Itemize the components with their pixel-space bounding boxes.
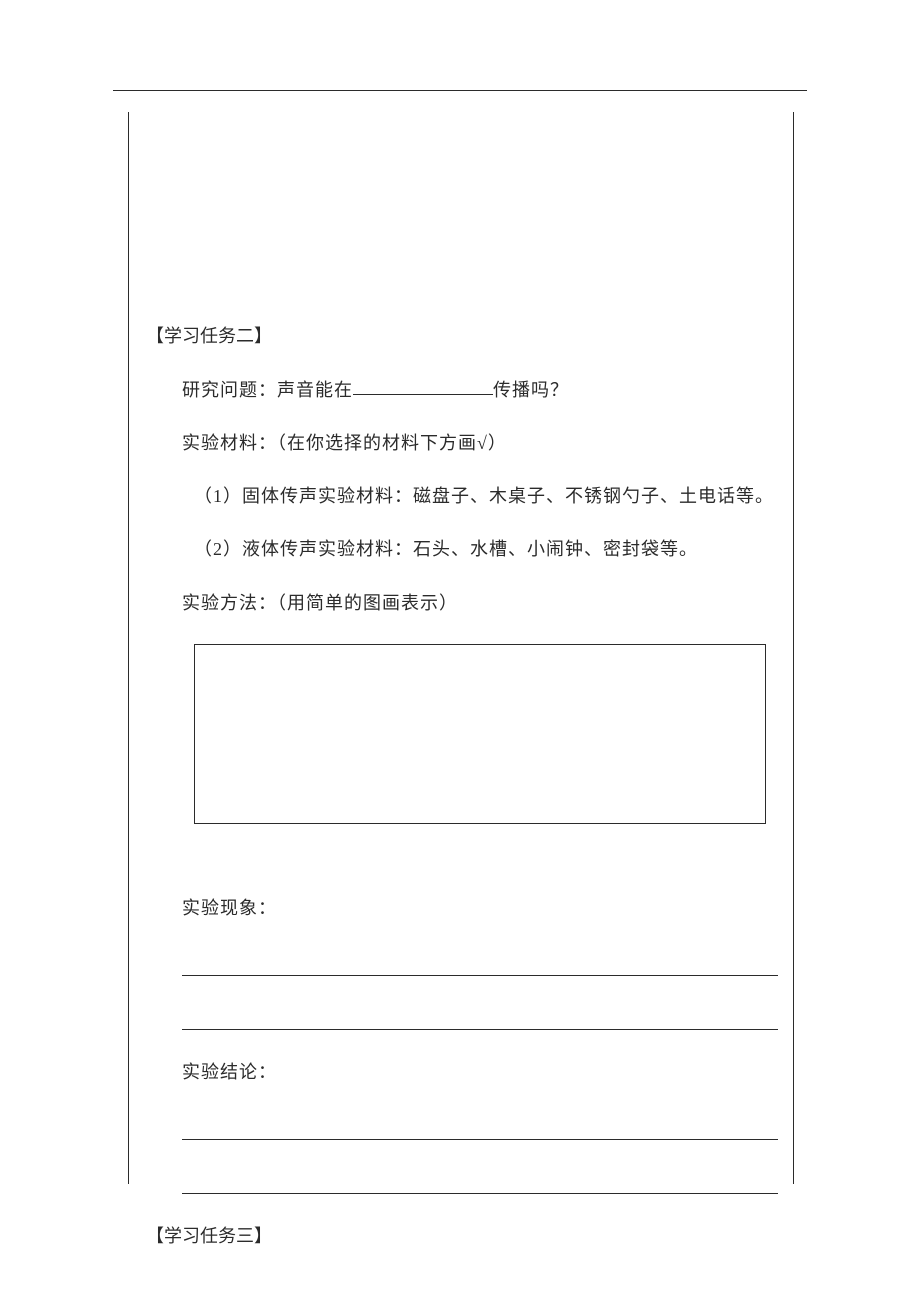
materials-option-1: （1）固体传声实验材料：磁盘子、木桌子、不锈钢勺子、土电话等。 bbox=[194, 484, 776, 509]
research-question-blank[interactable] bbox=[353, 375, 493, 395]
phenomenon-line-1[interactable] bbox=[182, 950, 778, 976]
phenomenon-label: 实验现象： bbox=[182, 894, 776, 920]
research-question-line: 研究问题：声音能在 传播吗？ bbox=[182, 376, 776, 403]
research-question-prefix: 研究问题：声音能在 bbox=[182, 380, 353, 400]
method-label: 实验方法：（用简单的图画表示） bbox=[182, 591, 776, 616]
task-3-heading: 【学习任务三】 bbox=[146, 1222, 776, 1248]
worksheet-content: 【学习任务二】 研究问题：声音能在 传播吗？ 实验材料：（在你选择的材料下方画√）… bbox=[128, 112, 794, 1276]
materials-label: 实验材料：（在你选择的材料下方画√） bbox=[182, 431, 776, 456]
materials-option-2: （2）液体传声实验材料：石头、水槽、小闹钟、密封袋等。 bbox=[194, 537, 776, 562]
research-question-suffix: 传播吗？ bbox=[493, 380, 569, 400]
header-rule bbox=[113, 90, 807, 91]
conclusion-line-1[interactable] bbox=[182, 1114, 778, 1140]
conclusion-line-2[interactable] bbox=[182, 1168, 778, 1194]
page: 【学习任务二】 研究问题：声音能在 传播吗？ 实验材料：（在你选择的材料下方画√）… bbox=[0, 0, 920, 1302]
method-drawing-box[interactable] bbox=[194, 644, 766, 824]
task-2-heading: 【学习任务二】 bbox=[146, 322, 776, 348]
conclusion-label: 实验结论： bbox=[182, 1058, 776, 1084]
phenomenon-line-2[interactable] bbox=[182, 1004, 778, 1030]
